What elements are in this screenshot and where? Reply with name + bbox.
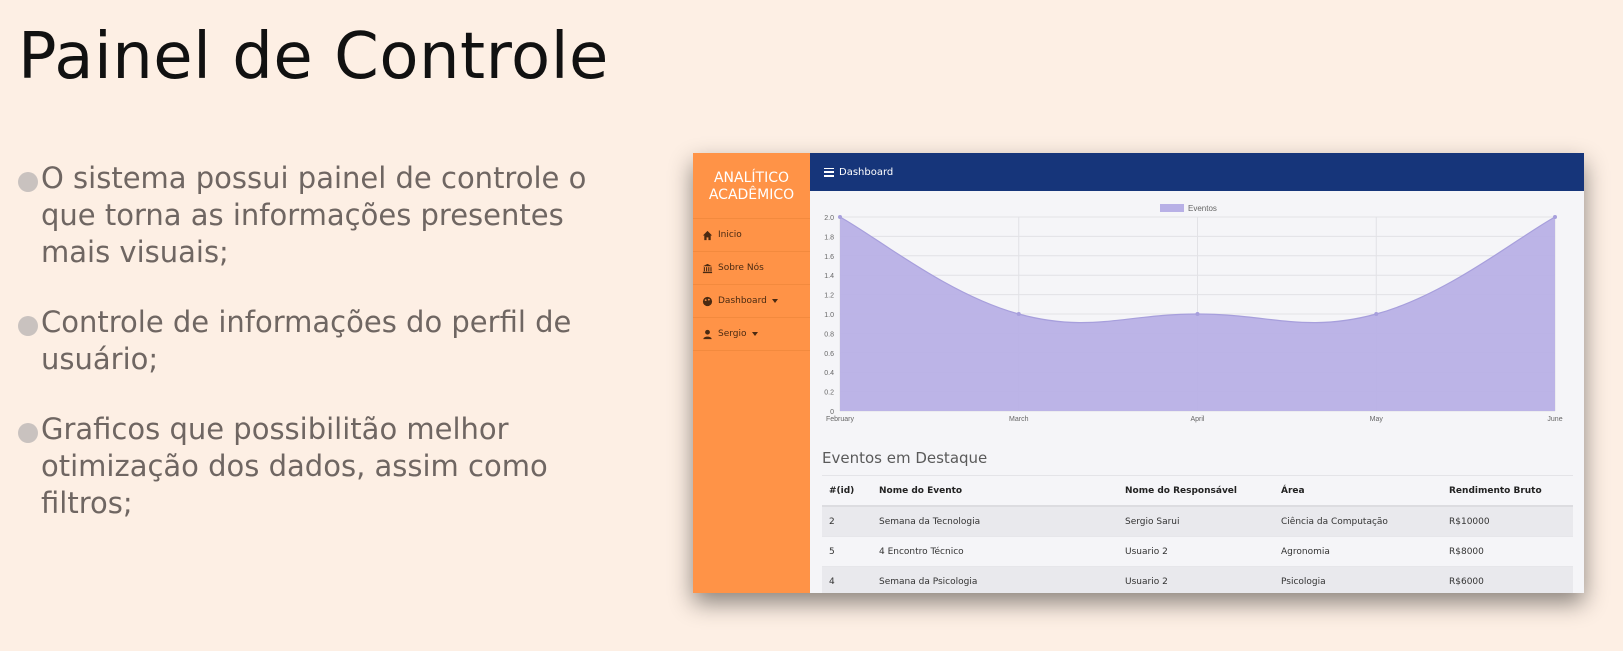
table-cell: Semana da Psicologia	[879, 576, 978, 587]
user-icon	[703, 329, 712, 339]
topbar: Dashboard	[810, 153, 1584, 191]
sidebar-item-label: Sergio	[718, 329, 747, 339]
x-tick-label: February	[826, 416, 855, 423]
data-point	[1374, 312, 1379, 316]
header-cell: Nome do Evento	[879, 485, 963, 496]
table-row[interactable]: 2 Semana da Tecnologia Sergio Sarui Ciên…	[822, 507, 1573, 537]
bullet-item: Controle de informações do perfil de usu…	[18, 304, 638, 378]
bullet-item: Graficos que possibilitão melhor otimiza…	[18, 411, 638, 522]
table-cell: Usuario 2	[1125, 576, 1168, 587]
table-cell: R$10000	[1449, 516, 1490, 527]
data-point	[1195, 312, 1200, 316]
data-point	[1016, 312, 1021, 316]
brand-line1: ANALÍTICO	[713, 170, 790, 186]
table-cell: 5	[829, 546, 835, 557]
caret-down-icon	[751, 332, 758, 336]
y-tick-label: 1.6	[824, 254, 834, 261]
palette-icon	[702, 296, 713, 306]
x-tick-label: May	[1370, 416, 1384, 423]
sidebar-item-inicio[interactable]: Inicio	[693, 219, 810, 252]
table-row[interactable]: 4 Semana da Psicologia Usuario 2 Psicolo…	[822, 567, 1573, 593]
sidebar-item-label: Sobre Nós	[718, 263, 764, 273]
table-header-row: #(id) Nome do Evento Nome do Responsável…	[822, 476, 1573, 507]
y-tick-label: 0.8	[824, 331, 834, 338]
header-cell: Área	[1281, 485, 1305, 496]
bank-icon	[702, 263, 713, 273]
brand-logo[interactable]: ANALÍTICO ACADÊMICO	[693, 153, 810, 219]
table-cell: 2	[829, 516, 835, 527]
legend-swatch	[1160, 204, 1184, 212]
chart-svg: 0 0.2 0.4 0.6 0.8 1.0 1.2 1.4 1.6 1.8 2.0 February M…	[824, 204, 1563, 423]
header-cell: #(id)	[829, 485, 855, 496]
header-cell: Rendimento Bruto	[1449, 485, 1542, 496]
bullet-text: O sistema possui painel de controle o qu…	[41, 161, 587, 269]
y-tick-label: 1.2	[824, 293, 834, 300]
home-icon	[702, 230, 713, 240]
y-tick-label: 1.4	[824, 273, 834, 280]
header-cell: Nome do Responsável	[1125, 485, 1237, 496]
brand-line2: ACADÊMICO	[708, 187, 795, 203]
y-tick-label: 2.0	[824, 215, 834, 222]
hamburger-menu-icon[interactable]	[824, 167, 834, 177]
table-cell: Sergio Sarui	[1125, 516, 1180, 527]
table-cell: 4 Encontro Técnico	[879, 546, 964, 557]
bullet-text: Graficos que possibilitão melhor otimiza…	[41, 412, 548, 520]
bullet-list: O sistema possui painel de controle o qu…	[18, 160, 638, 555]
table-cell: Agronomia	[1281, 546, 1330, 557]
table-cell: R$8000	[1449, 546, 1484, 557]
sidebar-item-dashboard[interactable]: Dashboard	[693, 285, 810, 318]
bullet-dot-icon	[18, 423, 38, 443]
x-tick-label: March	[1009, 416, 1029, 423]
y-tick-label: 0.6	[824, 351, 834, 358]
y-tick-label: 0	[830, 409, 834, 416]
y-tick-label: 0.2	[824, 390, 834, 397]
sidebar: ANALÍTICO ACADÊMICO Inicio Sobre Nós Das…	[693, 153, 810, 593]
y-tick-label: 1.8	[824, 234, 834, 241]
dashboard-screenshot: ANALÍTICO ACADÊMICO Inicio Sobre Nós Das…	[693, 153, 1584, 593]
table-cell: R$6000	[1449, 576, 1484, 587]
legend-label: Eventos	[1188, 204, 1217, 213]
events-table: #(id) Nome do Evento Nome do Responsável…	[822, 475, 1573, 593]
table-row[interactable]: 5 4 Encontro Técnico Usuario 2 Agronomia…	[822, 537, 1573, 567]
x-tick-label: April	[1190, 416, 1204, 423]
data-point	[838, 215, 842, 219]
bullet-text: Controle de informações do perfil de usu…	[41, 305, 572, 376]
table-cell: Semana da Tecnologia	[879, 516, 981, 527]
bullet-item: O sistema possui painel de controle o qu…	[18, 160, 638, 271]
sidebar-item-label: Inicio	[718, 230, 742, 240]
y-tick-label: 1.0	[824, 312, 834, 319]
caret-down-icon	[771, 299, 778, 303]
x-tick-label: June	[1547, 416, 1562, 423]
table-cell: 4	[829, 576, 835, 587]
events-chart: 0 0.2 0.4 0.6 0.8 1.0 1.2 1.4 1.6 1.8 2.0 February M…	[810, 203, 1584, 443]
sidebar-item-sergio[interactable]: Sergio	[693, 318, 810, 351]
y-tick-label: 0.4	[824, 370, 834, 377]
slide-title: Painel de Controle	[18, 20, 609, 94]
table-cell: Ciência da Computação	[1281, 516, 1388, 527]
table-title: Eventos em Destaque	[822, 449, 988, 467]
table-cell: Psicologia	[1281, 576, 1326, 587]
sidebar-item-sobre-nos[interactable]: Sobre Nós	[693, 252, 810, 285]
bullet-dot-icon	[18, 172, 38, 192]
data-point	[1553, 215, 1557, 219]
sidebar-item-label: Dashboard	[718, 296, 767, 306]
table-cell: Usuario 2	[1125, 546, 1168, 557]
bullet-dot-icon	[18, 316, 38, 336]
topbar-title: Dashboard	[839, 166, 894, 178]
main-content: Dashboard 0 0.2 0.4 0.6 0.8 1.0 1.2 1.4 1.6 1.8 2.…	[810, 153, 1584, 593]
